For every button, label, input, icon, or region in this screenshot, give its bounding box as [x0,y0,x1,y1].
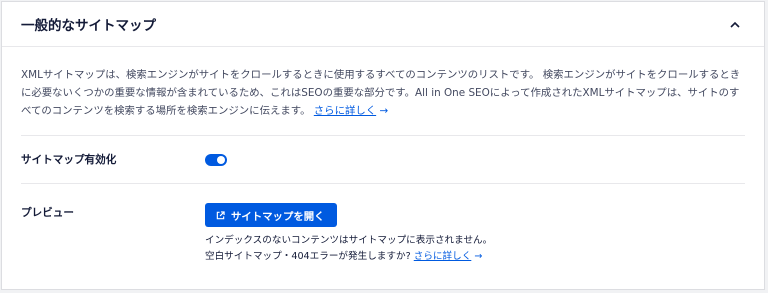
help-line-1: インデックスのないコンテンツはサイトマップに表示されません。 [205,235,493,246]
arrow-right-icon: → [474,251,483,262]
arrow-right-icon: → [379,105,389,117]
open-sitemap-button-label: サイトマップを開く [231,210,325,223]
card-title: 一般的なサイトマップ [21,18,156,34]
toggle-knob [217,155,225,164]
help-learn-more-link[interactable]: さらに詳しく [414,251,472,262]
enable-sitemap-label: サイトマップ有効化 [21,154,117,166]
learn-more-link[interactable]: さらに詳しく [314,105,376,117]
sitemap-description: XMLサイトマップは、検索エンジンがサイトをクロールするときに使用するすべてのコ… [21,47,745,136]
open-sitemap-button[interactable]: サイトマップを開く [205,203,337,227]
card-header[interactable]: 一般的なサイトマップ [2,2,764,47]
help-line-2: 空白サイトマップ・404エラーが発生しますか? さらに詳しく → [205,249,745,265]
collapse-button[interactable] [726,15,744,33]
enable-sitemap-control [205,153,745,166]
external-link-icon [216,210,225,219]
chevron-up-icon [730,21,740,28]
general-sitemap-card: 一般的なサイトマップ XMLサイトマップは、検索エンジンがサイトをクロールすると… [1,1,765,290]
preview-help-text: インデックスのないコンテンツはサイトマップに表示されません。 空白サイトマップ・… [205,233,745,265]
enable-sitemap-row: サイトマップ有効化 [21,136,745,184]
card-body: XMLサイトマップは、検索エンジンがサイトをクロールするときに使用するすべてのコ… [2,47,764,265]
preview-label: プレビュー [21,207,74,219]
enable-sitemap-toggle[interactable] [205,153,227,166]
learn-more-link-label: さらに詳しく [313,105,377,117]
preview-content: サイトマップを開く インデックスのないコンテンツはサイトマップに表示されません。… [205,203,745,265]
help-line-2-text: 空白サイトマップ・404エラーが発生しますか? [205,251,411,262]
help-learn-more-link-label: さらに詳しく [413,251,472,262]
preview-row: プレビュー サイトマップを開く インデックスのないコンテンツはサイトマップに表示… [21,184,745,265]
